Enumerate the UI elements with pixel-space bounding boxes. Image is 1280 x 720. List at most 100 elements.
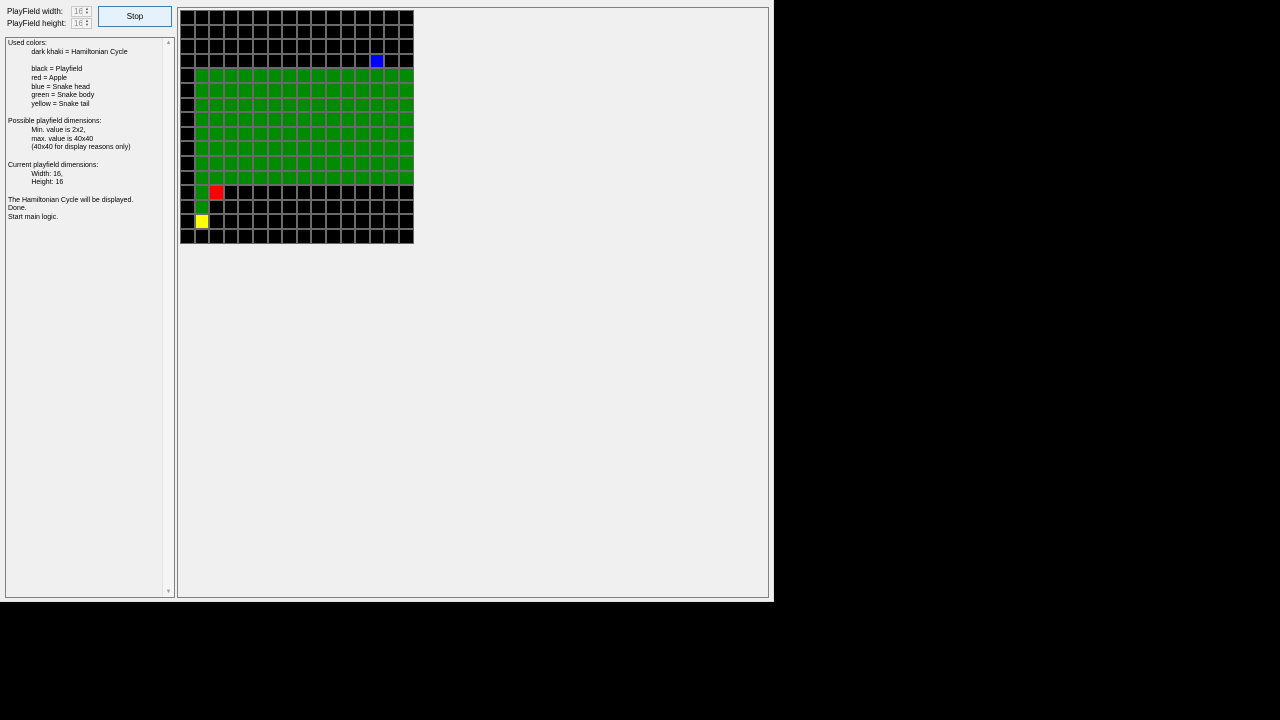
snake-body-cell — [194, 112, 210, 127]
snake-body-cell — [325, 170, 341, 186]
chevron-down-icon[interactable]: ▼ — [83, 23, 91, 27]
stop-button[interactable]: Stop — [98, 6, 172, 27]
snake-body-cell — [252, 68, 268, 83]
playfield-cell — [238, 39, 253, 54]
playfield-cell — [194, 10, 210, 25]
playfield-cell — [355, 53, 370, 69]
snake-body-cell — [252, 141, 268, 156]
playfield-panel — [177, 7, 769, 598]
snake-body-cell — [311, 112, 326, 127]
playfield-cell — [267, 199, 283, 215]
playfield-cell — [355, 228, 370, 244]
playfield-cell — [267, 228, 283, 244]
snake-body-cell — [238, 68, 253, 83]
playfield-cell — [252, 24, 268, 40]
playfield-cell — [369, 39, 385, 54]
playfield-cell — [180, 126, 195, 142]
snake-body-cell — [369, 97, 385, 113]
snake-body-cell — [384, 97, 399, 113]
playfield-cell — [238, 228, 253, 244]
snake-body-cell — [209, 141, 224, 156]
playfield-cell — [252, 53, 268, 69]
snake-body-cell — [384, 141, 399, 156]
snake-body-cell — [398, 126, 414, 142]
playfield-cell — [282, 39, 297, 54]
stepper-arrows[interactable]: ▲ ▼ — [82, 7, 91, 16]
snake-body-cell — [398, 155, 414, 171]
playfield-cell — [369, 10, 385, 25]
snake-body-cell — [282, 126, 297, 142]
playfield-cell — [296, 185, 312, 200]
snake-body-cell — [384, 170, 399, 186]
playfield-cell — [238, 185, 253, 200]
playfield-cell — [194, 53, 210, 69]
playfield-cell — [180, 39, 195, 54]
snake-body-cell — [209, 126, 224, 142]
log-textbox[interactable]: Used colors: dark khaki = Hamiltonian Cy… — [5, 37, 175, 598]
snake-body-cell — [369, 82, 385, 98]
playfield-cell — [282, 53, 297, 69]
snake-body-cell — [355, 170, 370, 186]
snake-body-cell — [209, 97, 224, 113]
playfield-cell — [194, 228, 210, 244]
chevron-down-icon[interactable]: ▼ — [83, 11, 91, 15]
snake-body-cell — [252, 170, 268, 186]
snake-body-cell — [325, 155, 341, 171]
playfield-cell — [325, 53, 341, 69]
playfield-cell — [355, 199, 370, 215]
snake-body-cell — [355, 82, 370, 98]
playfield-cell — [369, 24, 385, 40]
playfield-cell — [209, 39, 224, 54]
playfield-cell — [267, 53, 283, 69]
playfield-cell — [340, 199, 356, 215]
playfield-cell — [340, 10, 356, 25]
playfield-cell — [180, 214, 195, 229]
snake-body-cell — [267, 141, 283, 156]
playfield-cell — [223, 53, 239, 69]
playfield-cell — [296, 39, 312, 54]
scroll-down-icon[interactable]: ▼ — [163, 587, 174, 597]
playfield-cell — [180, 170, 195, 186]
playfield-height-stepper[interactable]: 16 ▲ ▼ — [71, 18, 92, 29]
playfield-cell — [398, 53, 414, 69]
playfield-cell — [369, 185, 385, 200]
playfield-cell — [180, 185, 195, 200]
snake-body-cell — [296, 141, 312, 156]
snake-body-cell — [223, 126, 239, 142]
snake-body-cell — [340, 141, 356, 156]
snake-body-cell — [252, 126, 268, 142]
playfield-cell — [325, 185, 341, 200]
playfield-cell — [209, 24, 224, 40]
playfield-cell — [369, 228, 385, 244]
playfield-cell — [325, 39, 341, 54]
playfield-cell — [282, 214, 297, 229]
playfield-cell — [209, 10, 224, 25]
playfield-cell — [223, 10, 239, 25]
snake-body-cell — [369, 112, 385, 127]
snake-body-cell — [267, 126, 283, 142]
snake-body-cell — [267, 68, 283, 83]
snake-body-cell — [252, 155, 268, 171]
snake-body-cell — [209, 68, 224, 83]
snake-body-cell — [296, 97, 312, 113]
snake-body-cell — [325, 112, 341, 127]
snake-body-cell — [194, 141, 210, 156]
snake-body-cell — [296, 155, 312, 171]
snake-body-cell — [194, 170, 210, 186]
snake-body-cell — [252, 82, 268, 98]
playfield-cell — [384, 228, 399, 244]
playfield-cell — [340, 53, 356, 69]
snake-body-cell — [325, 126, 341, 142]
stepper-arrows[interactable]: ▲ ▼ — [82, 19, 91, 28]
snake-body-cell — [384, 82, 399, 98]
playfield-cell — [194, 39, 210, 54]
snake-body-cell — [238, 141, 253, 156]
log-scrollbar[interactable]: ▲ ▼ — [162, 38, 174, 597]
playfield-cell — [209, 214, 224, 229]
playfield-width-stepper[interactable]: 16 ▲ ▼ — [71, 6, 92, 17]
snake-body-cell — [398, 170, 414, 186]
playfield-cell — [180, 82, 195, 98]
apple-cell — [209, 185, 224, 200]
scroll-up-icon[interactable]: ▲ — [163, 38, 174, 48]
snake-body-cell — [340, 155, 356, 171]
